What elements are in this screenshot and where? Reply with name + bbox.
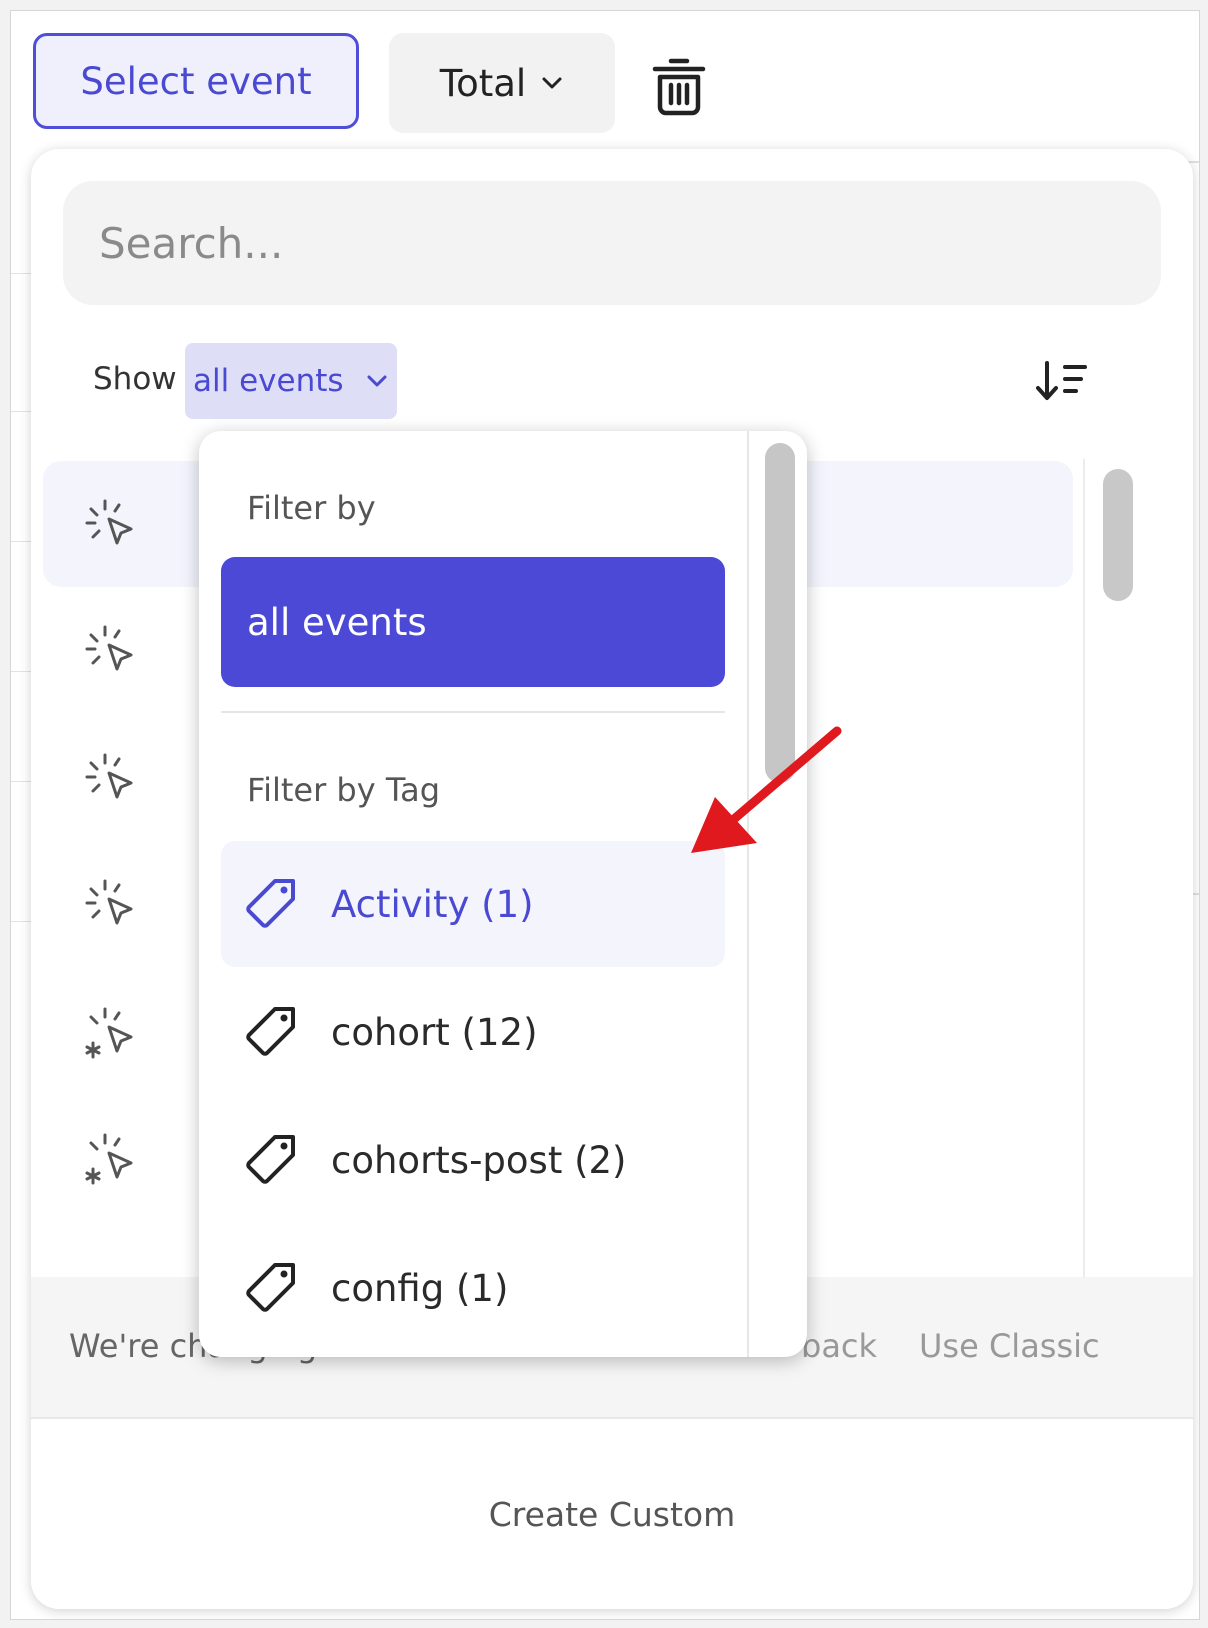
select-event-button[interactable]: Select event [33, 33, 359, 129]
tag-icon [246, 1007, 295, 1056]
tag-icon [246, 879, 295, 928]
select-event-label: Select event [80, 59, 312, 103]
filter-by-tag-heading: Filter by Tag [247, 771, 441, 809]
tag-label: config (1) [331, 1266, 509, 1310]
tag-option-cohort[interactable]: cohort (12) [221, 969, 725, 1095]
tag-option-activity[interactable]: Activity (1) [221, 841, 725, 967]
tag-label: cohorts-post (2) [331, 1138, 627, 1182]
show-filter-value: all events [193, 363, 344, 399]
all-events-label: all events [247, 600, 427, 644]
total-dropdown-button[interactable]: Total [389, 33, 615, 133]
list-scrollbar-thumb[interactable] [1103, 469, 1133, 601]
dropdown-scroll-track [747, 431, 749, 1357]
sort-icon[interactable] [1035, 359, 1089, 403]
all-events-option[interactable]: all events [221, 557, 725, 687]
trash-icon[interactable] [651, 55, 707, 119]
tag-label: Activity (1) [331, 882, 534, 926]
create-custom-button[interactable]: Create Custom [31, 1419, 1193, 1609]
custom-event-icon [85, 1133, 133, 1185]
list-scroll-track [1083, 459, 1085, 1279]
use-classic-link[interactable]: Use Classic [919, 1327, 1100, 1365]
click-event-icon [85, 753, 133, 799]
show-label: Show [93, 361, 177, 397]
tag-option-cohorts-post[interactable]: cohorts-post (2) [221, 1097, 725, 1223]
tag-icon [246, 1263, 295, 1312]
app-frame: Select event Total Show all events [10, 10, 1200, 1620]
create-custom-label: Create Custom [488, 1494, 736, 1534]
filter-dropdown-menu: Filter by all events Filter by Tag Activ… [199, 431, 807, 1357]
click-event-icon [85, 879, 133, 925]
tag-option-config[interactable]: config (1) [221, 1225, 725, 1351]
divider [221, 711, 725, 713]
custom-event-icon [85, 1007, 133, 1059]
click-event-icon [85, 499, 133, 545]
feedback-link[interactable]: back [801, 1327, 877, 1365]
click-event-icon [85, 625, 133, 671]
chevron-down-icon [542, 77, 562, 89]
show-filter-select[interactable]: all events [185, 343, 397, 419]
total-label: Total [439, 61, 527, 105]
filter-by-heading: Filter by [247, 489, 376, 527]
tag-label: cohort (12) [331, 1010, 538, 1054]
red-arrow-annotation [691, 726, 842, 853]
chevron-down-icon [367, 375, 387, 387]
search-input[interactable] [63, 181, 1161, 305]
tag-icon [246, 1135, 295, 1184]
